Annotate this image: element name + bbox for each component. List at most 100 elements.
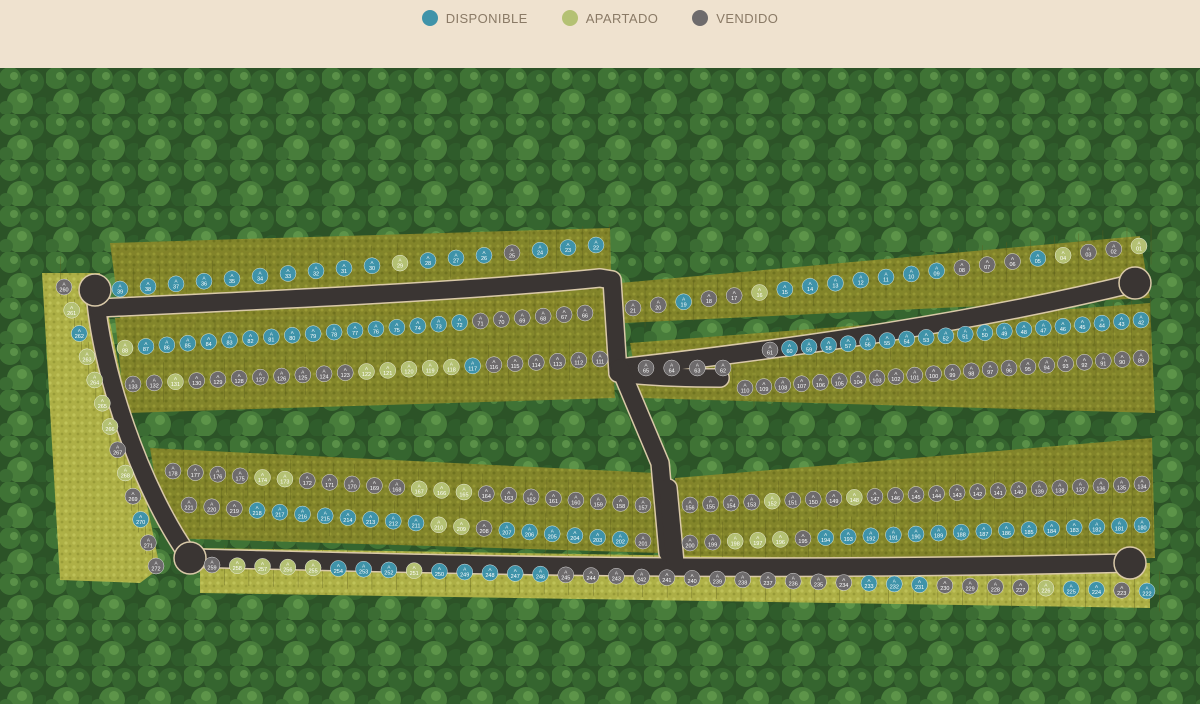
legend-item-disponible[interactable]: DISPONIBLE — [421, 10, 528, 26]
lot-marker[interactable]: A43 — [1113, 313, 1130, 330]
lot-marker[interactable]: A188 — [953, 524, 970, 541]
lot-marker[interactable]: A27 — [447, 249, 465, 267]
lot-marker[interactable]: A268 — [117, 464, 134, 482]
lot-marker[interactable]: A141 — [989, 482, 1007, 499]
lot-marker[interactable]: A61 — [761, 341, 779, 359]
lot-marker[interactable]: A82 — [242, 330, 259, 347]
lot-marker[interactable]: A207 — [498, 522, 515, 539]
lot-marker[interactable]: A189 — [930, 524, 947, 542]
lot-marker[interactable]: A200 — [681, 534, 699, 552]
lot-marker[interactable]: A254 — [330, 560, 347, 577]
lot-marker[interactable]: A26 — [475, 247, 493, 264]
lot-marker[interactable]: A172 — [299, 472, 316, 489]
lot-marker[interactable]: A156 — [681, 496, 699, 514]
lot-marker[interactable]: A77 — [346, 322, 364, 339]
lot-marker[interactable]: A257 — [254, 558, 271, 575]
lot-marker[interactable]: A47 — [1035, 319, 1052, 337]
lot-marker[interactable]: A213 — [362, 511, 379, 528]
lot-marker[interactable]: A112 — [570, 351, 587, 369]
lot-marker[interactable]: A261 — [63, 302, 80, 319]
lot-marker[interactable]: A28 — [419, 252, 437, 269]
lot-marker[interactable]: A23 — [559, 239, 577, 256]
lot-marker[interactable]: A180 — [1133, 516, 1151, 534]
lot-marker[interactable]: A71 — [472, 312, 489, 330]
lot-marker[interactable]: A203 — [589, 529, 606, 546]
lot-marker[interactable]: A111 — [591, 350, 609, 368]
lot-marker[interactable]: A38 — [139, 278, 157, 295]
lot-marker[interactable]: A96 — [1000, 359, 1018, 377]
lot-marker[interactable]: A51 — [957, 326, 974, 343]
lot-marker[interactable]: A271 — [140, 534, 157, 551]
lot-marker[interactable]: A135 — [1113, 476, 1130, 494]
lot-marker[interactable]: A35 — [223, 270, 241, 287]
lot-marker[interactable]: A78 — [325, 323, 343, 341]
legend-item-apartado[interactable]: APARTADO — [561, 10, 659, 26]
lot-marker[interactable]: A45 — [1074, 316, 1091, 333]
lot-marker[interactable]: A204 — [566, 527, 584, 544]
lot-marker[interactable]: A258 — [229, 557, 246, 574]
lot-marker[interactable]: A140 — [1010, 481, 1027, 498]
lot-marker[interactable]: A106 — [812, 374, 829, 391]
lot-marker[interactable]: A119 — [421, 359, 439, 377]
lot-marker[interactable]: A108 — [774, 376, 791, 394]
lot-marker[interactable]: A12 — [852, 271, 869, 289]
lot-marker[interactable]: A152 — [763, 492, 781, 510]
lot-marker[interactable]: A24 — [531, 241, 549, 259]
lot-marker[interactable]: A162 — [522, 488, 540, 506]
lot-marker[interactable]: A62 — [714, 359, 732, 377]
lot-marker[interactable]: A263 — [78, 348, 96, 365]
lot-marker[interactable]: A184 — [1043, 520, 1060, 537]
lot-marker[interactable]: A20 — [650, 296, 667, 314]
lot-marker[interactable]: A64 — [663, 359, 680, 377]
lot-marker[interactable]: A245 — [557, 566, 574, 584]
lot-marker[interactable]: A46 — [1054, 318, 1072, 335]
lot-marker[interactable]: A209 — [453, 518, 470, 535]
lot-marker[interactable]: A226 — [1037, 579, 1055, 597]
lot-marker[interactable]: A259 — [203, 556, 221, 574]
lot-marker[interactable]: A197 — [749, 532, 766, 549]
lot-marker[interactable]: A165 — [455, 483, 473, 501]
lot-marker[interactable]: A182 — [1088, 518, 1106, 535]
lot-marker[interactable]: A234 — [835, 574, 852, 591]
lot-marker[interactable]: A269 — [124, 488, 142, 505]
lot-marker[interactable]: A146 — [887, 487, 904, 504]
lot-marker[interactable]: A58 — [820, 337, 837, 354]
lot-marker[interactable]: A187 — [975, 523, 992, 540]
lot-marker[interactable]: A159 — [590, 493, 607, 510]
lot-marker[interactable]: A192 — [862, 527, 879, 544]
lot-marker[interactable]: A70 — [493, 311, 510, 328]
lot-marker[interactable]: A270 — [132, 511, 149, 528]
lot-marker[interactable]: A125 — [294, 366, 312, 384]
lot-marker[interactable]: A02 — [1105, 240, 1122, 258]
lot-marker[interactable]: A218 — [248, 502, 266, 519]
lot-marker[interactable]: A56 — [859, 333, 876, 351]
lot-marker[interactable]: A60 — [781, 340, 798, 357]
lot-marker[interactable]: A145 — [907, 486, 925, 503]
lot-marker[interactable]: A170 — [343, 475, 361, 493]
lot-marker[interactable]: A53 — [918, 329, 935, 346]
lot-marker[interactable]: A183 — [1065, 519, 1083, 536]
lot-marker[interactable]: A138 — [1051, 479, 1069, 497]
lot-marker[interactable]: A244 — [582, 567, 600, 584]
lot-marker[interactable]: A124 — [315, 365, 333, 382]
lot-marker[interactable]: A243 — [608, 568, 625, 585]
lot-marker[interactable]: A06 — [1004, 253, 1021, 270]
lot-marker[interactable]: A252 — [380, 561, 398, 579]
lot-marker[interactable]: A181 — [1111, 517, 1128, 535]
lot-marker[interactable]: A85 — [179, 335, 196, 352]
lot-marker[interactable]: A132 — [146, 374, 163, 392]
lot-marker[interactable]: A74 — [409, 317, 426, 334]
lot-marker[interactable]: A69 — [514, 309, 531, 326]
lot-marker[interactable]: A94 — [1038, 356, 1055, 374]
lot-marker[interactable]: A248 — [481, 564, 499, 581]
lot-marker[interactable]: A214 — [339, 509, 357, 526]
lot-marker[interactable]: A139 — [1031, 480, 1048, 497]
lot-marker[interactable]: A239 — [709, 570, 726, 588]
lot-marker[interactable]: A158 — [612, 495, 629, 512]
lot-marker[interactable]: A19 — [675, 293, 692, 311]
lot-marker[interactable]: A272 — [147, 557, 165, 575]
lot-marker[interactable]: A205 — [544, 525, 561, 542]
lot-marker[interactable]: A235 — [810, 573, 827, 591]
lot-marker[interactable]: A92 — [1076, 354, 1093, 371]
lot-marker[interactable]: A253 — [355, 561, 372, 578]
